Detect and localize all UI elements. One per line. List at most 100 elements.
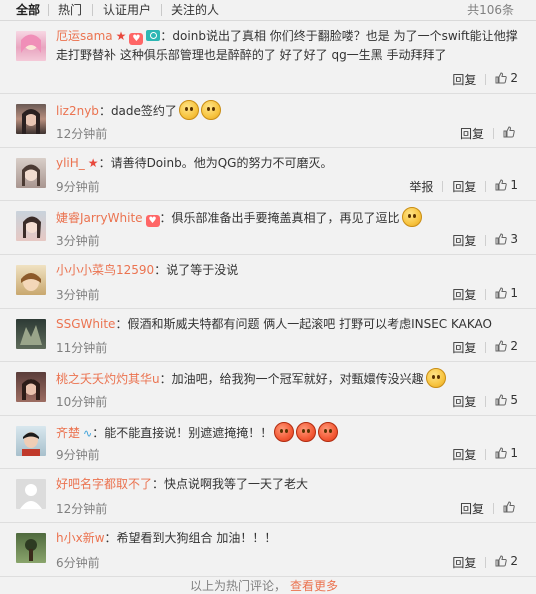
comment-item: liz2nyb：dade签约了 12分钟前 回复 — [0, 94, 536, 148]
reply-button[interactable]: 回复 — [452, 339, 476, 356]
comment-body: yliH_ ★：请善待Doinb。他为QG的努力不可磨灭。 — [56, 154, 526, 173]
avatar-image — [22, 432, 40, 456]
comment-actions: 回复 5 — [452, 393, 518, 410]
reply-button[interactable]: 回复 — [452, 178, 476, 195]
like-button[interactable]: 3 — [495, 232, 518, 246]
username-link[interactable]: 婕睿JarryWhite — [56, 211, 143, 225]
like-button[interactable]: 1 — [495, 286, 518, 300]
like-button[interactable] — [503, 126, 518, 138]
reply-button[interactable]: 回复 — [452, 554, 476, 571]
comment-time: 10分钟前 — [56, 395, 108, 409]
like-button[interactable]: 1 — [495, 446, 518, 460]
comment-text: ：能不能直接说！别遮遮掩掩！！ — [92, 426, 273, 440]
reply-button[interactable]: 回复 — [452, 232, 476, 249]
username-link[interactable]: h小x新w — [56, 531, 105, 545]
star-icon: ★ — [87, 156, 99, 170]
emoji-icon — [178, 100, 199, 120]
reply-button[interactable]: 回复 — [452, 71, 476, 88]
reply-button[interactable]: 回复 — [460, 125, 484, 142]
comment-body: 婕睿JarryWhite ♥ ：俱乐部准备出手要掩盖真相了，再见了逗比 — [56, 207, 526, 228]
tab-hot[interactable]: 热门 — [58, 0, 82, 20]
tab-divider — [48, 4, 49, 16]
username-link[interactable]: 桃之夭夭灼灼其华u — [56, 372, 160, 386]
username-link[interactable]: 小小小菜鸟12590 — [56, 263, 154, 277]
avatar[interactable] — [16, 533, 46, 563]
comment-actions: 回复 2 — [452, 339, 518, 356]
username-link[interactable]: 齐楚 — [56, 426, 80, 440]
comment-time: 9分钟前 — [56, 180, 100, 194]
avatar[interactable] — [16, 426, 46, 456]
action-divider — [485, 289, 487, 300]
like-button[interactable]: 5 — [495, 393, 518, 407]
reply-button[interactable]: 回复 — [452, 446, 476, 463]
like-button[interactable]: 2 — [495, 71, 518, 85]
thumbs-up-icon — [503, 126, 515, 138]
comment-body: SSGWhite：假酒和斯威夫特都有问题 俩人一起滚吧 打野可以考虑INSEC … — [56, 315, 526, 334]
reply-button[interactable]: 回复 — [460, 500, 484, 517]
username-link[interactable]: SSGWhite — [56, 317, 115, 331]
thumbs-up-icon — [495, 394, 508, 406]
avatar-image — [20, 325, 42, 345]
like-count: 1 — [510, 286, 518, 300]
comment-time: 3分钟前 — [56, 288, 100, 302]
like-count: 2 — [510, 554, 518, 568]
tab-divider — [161, 4, 162, 16]
comment-actions: 回复 3 — [452, 232, 518, 249]
comment-list: 厄运sama ★ ♥ ：doinb说出了真相 你们终于翻脸喽？也是 为了一个swift… — [0, 21, 536, 577]
comment-body: 厄运sama ★ ♥ ：doinb说出了真相 你们终于翻脸喽？也是 为了一个swift… — [56, 27, 526, 65]
comment-total: 共106条 — [467, 3, 514, 17]
avatar[interactable] — [16, 372, 46, 402]
avatar-image — [22, 164, 40, 186]
like-count: 1 — [510, 446, 518, 460]
reply-button[interactable]: 回复 — [452, 393, 476, 410]
like-button[interactable] — [503, 501, 518, 513]
username-link[interactable]: 好吧名字都取不了 — [56, 477, 152, 491]
like-count: 2 — [510, 71, 518, 85]
like-count: 1 — [510, 178, 518, 192]
thumbs-up-icon — [495, 447, 508, 459]
thumbs-up-icon — [495, 179, 508, 191]
avatar[interactable] — [16, 104, 46, 134]
like-button[interactable]: 2 — [495, 339, 518, 353]
avatar[interactable] — [16, 265, 46, 295]
username-link[interactable]: yliH_ — [56, 156, 85, 170]
star-icon: ★ — [115, 29, 127, 43]
tab-divider — [92, 4, 93, 16]
comment-actions: 回复 2 — [452, 554, 518, 571]
username-link[interactable]: liz2nyb — [56, 104, 99, 118]
comment-item: 好吧名字都取不了：快点说啊我等了一天了老大 12分钟前 回复 — [0, 469, 536, 523]
comment-item: 厄运sama ★ ♥ ：doinb说出了真相 你们终于翻脸喽？也是 为了一个swift… — [0, 21, 536, 94]
avatar[interactable] — [16, 31, 46, 61]
tab-verified[interactable]: 认证用户 — [103, 0, 151, 20]
avatar[interactable] — [16, 211, 46, 241]
view-more-link[interactable]: 查看更多 — [290, 579, 338, 593]
report-button[interactable]: 举报 — [409, 178, 433, 195]
avatar[interactable] — [16, 319, 46, 349]
avatar[interactable] — [16, 158, 46, 188]
avatar-image — [23, 216, 41, 238]
reply-button[interactable]: 回复 — [452, 286, 476, 303]
tab-all[interactable]: 全部 — [16, 0, 40, 20]
comment-text: ：希望看到大狗组合 加油！！！ — [104, 531, 277, 545]
like-count: 3 — [510, 232, 518, 246]
comment-time: 12分钟前 — [56, 502, 108, 516]
more-comments-footer: 以上为热门评论， 查看更多 — [190, 577, 338, 594]
tab-following[interactable]: 关注的人 — [171, 0, 219, 20]
comment-item: yliH_ ★：请善待Doinb。他为QG的努力不可磨灭。 9分钟前 举报 回复 1 — [0, 148, 536, 201]
like-button[interactable]: 2 — [495, 554, 518, 568]
comment-actions: 回复 1 — [452, 446, 518, 463]
comment-actions: 回复 — [460, 125, 518, 142]
comment-text: ：说了等于没说 — [154, 263, 239, 277]
comment-item: 婕睿JarryWhite ♥ ：俱乐部准备出手要掩盖真相了，再见了逗比 3分钟前 回… — [0, 201, 536, 255]
username-link[interactable]: 厄运sama — [56, 29, 113, 43]
avatar[interactable] — [16, 479, 46, 509]
thumbs-up-icon — [495, 340, 508, 352]
thumbs-up-icon — [495, 233, 508, 245]
emoji-icon — [401, 207, 422, 227]
emoji-icon — [425, 368, 446, 388]
angry-emoji-icon — [318, 422, 339, 442]
more-prefix-text: 以上为热门评论， — [190, 579, 287, 593]
comment-time: 12分钟前 — [56, 127, 108, 141]
action-divider — [485, 449, 487, 460]
like-button[interactable]: 1 — [495, 178, 518, 192]
